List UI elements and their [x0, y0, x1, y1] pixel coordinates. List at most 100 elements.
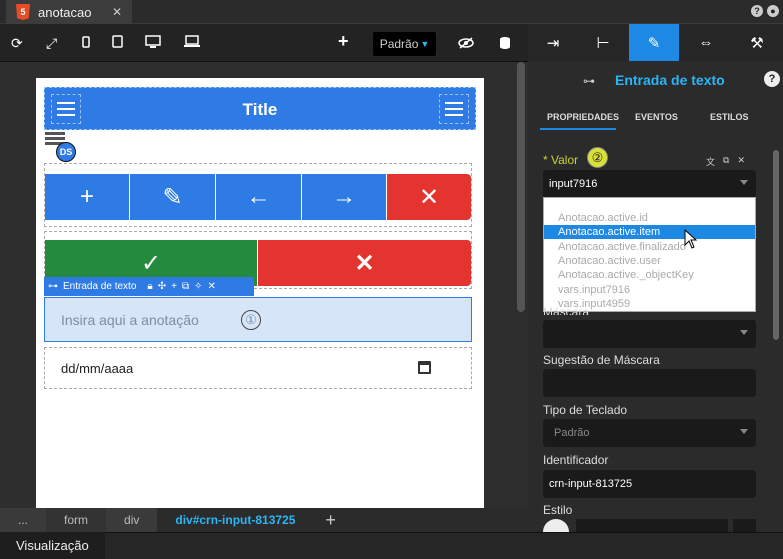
- settings-icon[interactable]: ●: [767, 5, 779, 17]
- refresh-icon[interactable]: ⟳: [11, 34, 23, 52]
- mascara-select[interactable]: [543, 320, 756, 348]
- chevron-down-icon: [740, 180, 748, 185]
- dropdown-option[interactable]: Anotacao.active.user: [544, 254, 755, 268]
- dropdown-option[interactable]: Anotacao.active.finalizado: [544, 240, 755, 254]
- viewport-select[interactable]: Padrão ▼: [373, 32, 436, 56]
- date-input-placeholder: dd/mm/aaaa: [61, 360, 134, 376]
- breadcrumb-form[interactable]: form: [46, 508, 107, 532]
- marker-1: ①: [241, 310, 261, 330]
- sugestao-input[interactable]: [543, 369, 756, 397]
- subtab-styles[interactable]: ESTILOS: [710, 112, 749, 122]
- valor-label: * Valor: [543, 153, 579, 167]
- desktop-icon[interactable]: [145, 35, 161, 49]
- calendar-icon[interactable]: [418, 361, 431, 374]
- chevron-down-icon: ▼: [420, 39, 430, 49]
- canvas-toolbar: ⟳ ⤢ + Padrão ▼: [0, 24, 528, 62]
- close-button[interactable]: ✕: [387, 174, 471, 220]
- estilo-button[interactable]: [733, 519, 756, 532]
- top-right-controls: ? ●: [751, 5, 779, 17]
- database-icon[interactable]: [499, 36, 511, 50]
- element-toolbar[interactable]: ⊶ Entrada de texto 🔒︎ ✣ + ⧉ ✧ ✕: [44, 277, 254, 296]
- tablet-icon[interactable]: [112, 35, 123, 48]
- teclado-select[interactable]: Padrão: [543, 419, 756, 447]
- move-icon[interactable]: ✣: [158, 281, 166, 292]
- datasource-badge[interactable]: DS: [56, 142, 76, 162]
- tab-anotacao[interactable]: 5 anotacao ✕: [6, 0, 132, 24]
- panel-help-icon[interactable]: ?: [764, 71, 780, 87]
- annotation-input-placeholder: Insira aqui a anotação: [61, 311, 199, 328]
- panel-scrollbar[interactable]: [773, 150, 779, 340]
- breadcrumb: ... form div div#crn-input-813725 +: [0, 508, 528, 532]
- dropdown-option[interactable]: Anotacao.active._objectKey: [544, 268, 755, 282]
- element-toolbar-label: Entrada de texto: [63, 281, 137, 292]
- tab-tree-icon[interactable]: ⊢: [578, 24, 628, 61]
- bottom-bar: [0, 532, 783, 559]
- add-element-icon[interactable]: +: [171, 281, 177, 292]
- tab-resize-icon[interactable]: ⇔: [681, 24, 731, 61]
- estilo-label: Estilo: [543, 503, 573, 517]
- valor-field[interactable]: input7916: [543, 170, 756, 198]
- button-row-1: + ✎ ← → ✕: [44, 163, 472, 227]
- translate-icon[interactable]: 文: [706, 155, 715, 168]
- app-title: Title: [242, 100, 278, 119]
- dropdown-option-selected[interactable]: Anotacao.active.item: [544, 225, 755, 239]
- edit-button[interactable]: ✎: [130, 174, 215, 220]
- text-input-icon: ⊶: [48, 281, 58, 292]
- back-button[interactable]: ←: [216, 174, 301, 220]
- subtab-indicator: [540, 128, 616, 130]
- cancel-button[interactable]: ✕: [258, 240, 471, 286]
- help-icon[interactable]: ?: [751, 5, 763, 17]
- sugestao-label: Sugestão de Máscara: [543, 353, 660, 367]
- chevron-down-icon: [740, 429, 748, 434]
- copy-icon[interactable]: ⧉: [182, 281, 189, 292]
- teclado-select-value: Padrão: [554, 427, 590, 439]
- tab-tools-icon[interactable]: ⚒: [732, 24, 782, 61]
- phone-portrait-icon[interactable]: [82, 36, 90, 48]
- subtab-properties[interactable]: PROPRIEDADES: [547, 112, 619, 122]
- panel-tabs: ⇥ ⊢ ✎ ⇔ ⚒: [528, 24, 783, 61]
- identificador-input[interactable]: crn-input-813725: [543, 470, 756, 498]
- external-link-icon[interactable]: ⧉: [723, 155, 729, 168]
- breadcrumb-ellipsis[interactable]: ...: [0, 508, 47, 532]
- valor-dropdown: Anotacao.active.id Anotacao.active.item …: [543, 197, 756, 312]
- annotation-input[interactable]: Insira aqui a anotação ①: [44, 297, 472, 342]
- add-button[interactable]: +: [45, 174, 129, 220]
- breadcrumb-div[interactable]: div: [106, 508, 158, 532]
- dropdown-option[interactable]: vars.input7916: [544, 283, 755, 297]
- forward-button[interactable]: →: [302, 174, 386, 220]
- estilo-input[interactable]: [576, 519, 728, 532]
- tab-label: anotacao: [38, 4, 92, 20]
- menu-right-icon[interactable]: [439, 94, 469, 124]
- clear-icon[interactable]: ✕: [737, 155, 745, 168]
- close-tab-icon[interactable]: ✕: [112, 5, 122, 19]
- expand-icon[interactable]: ⤢: [46, 34, 57, 52]
- teclado-label: Tipo de Teclado: [543, 403, 628, 417]
- valor-actions: 文 ⧉ ✕: [706, 155, 745, 168]
- lock-icon[interactable]: 🔒︎: [147, 281, 152, 292]
- subtab-events[interactable]: EVENTOS: [635, 112, 678, 122]
- text-input-icon: ⊶: [583, 74, 595, 88]
- app-bar[interactable]: Title: [44, 87, 476, 130]
- html5-icon: 5: [16, 4, 30, 20]
- canvas-scrollbar[interactable]: [517, 62, 525, 312]
- chevron-down-icon: [740, 330, 748, 335]
- dropdown-option[interactable]: Anotacao.active.id: [544, 211, 755, 225]
- breadcrumb-current[interactable]: div#crn-input-813725: [157, 508, 314, 532]
- date-input[interactable]: dd/mm/aaaa: [44, 347, 472, 389]
- identificador-value: crn-input-813725: [549, 478, 633, 490]
- eye-off-icon[interactable]: [458, 37, 474, 49]
- laptop-icon[interactable]: [184, 35, 200, 49]
- tab-edit-icon[interactable]: ✎: [629, 24, 679, 61]
- breadcrumb-add-icon[interactable]: +: [325, 510, 336, 531]
- mouse-cursor-icon: [684, 229, 698, 249]
- identificador-label: Identificador: [543, 453, 609, 467]
- magic-icon[interactable]: ✧: [194, 281, 202, 292]
- panel-title: Entrada de texto: [615, 72, 725, 88]
- preview-tab[interactable]: Visualização: [0, 532, 105, 559]
- tab-import-icon[interactable]: ⇥: [528, 24, 578, 61]
- mascara-label: Máscara: [543, 305, 590, 315]
- viewport-select-value: Padrão: [379, 37, 419, 51]
- marker-2: ②: [587, 147, 608, 168]
- remove-element-icon[interactable]: ✕: [207, 281, 215, 292]
- add-icon[interactable]: +: [338, 32, 349, 50]
